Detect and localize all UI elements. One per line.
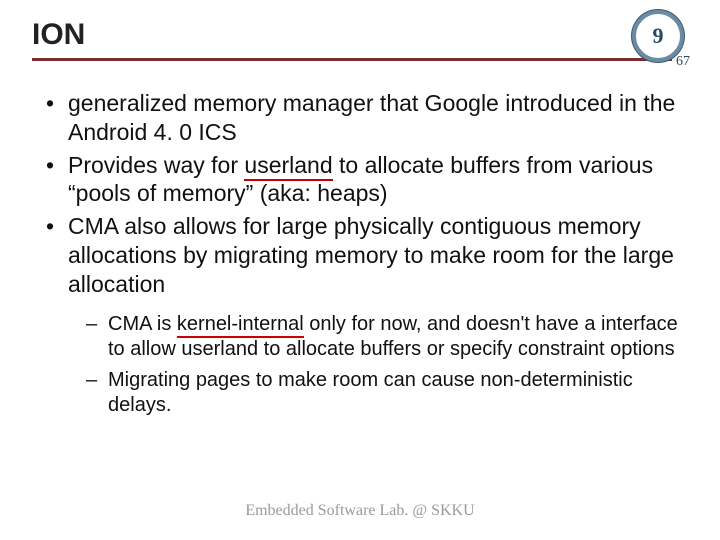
underlined-term: kernel-internal	[177, 313, 304, 338]
sub-bullet-item: – CMA is kernel-internal only for now, a…	[86, 312, 680, 362]
slide-title: ION	[32, 18, 688, 52]
bullet-item: • Provides way for userland to allocate …	[46, 151, 680, 209]
bullet-dot-icon: •	[46, 151, 68, 209]
header-divider	[32, 58, 672, 61]
sub-bullet-item: – Migrating pages to make room can cause…	[86, 368, 680, 418]
bullet-item: • generalized memory manager that Google…	[46, 89, 680, 147]
sub-bullet-list: – CMA is kernel-internal only for now, a…	[46, 302, 680, 418]
bullet-text: CMA also allows for large physically con…	[68, 212, 680, 298]
text-segment: CMA is	[108, 313, 177, 335]
slide-header: ION 9 67	[0, 0, 720, 61]
bullet-text: Provides way for userland to allocate bu…	[68, 151, 680, 209]
bullet-text: generalized memory manager that Google i…	[68, 89, 680, 147]
dash-icon: –	[86, 368, 108, 418]
text-segment: generalized memory manager that Google i…	[68, 90, 675, 145]
text-segment: Migrating pages to make room can cause n…	[108, 369, 633, 416]
slide-footer: Embedded Software Lab. @ SKKU	[0, 502, 720, 520]
bullet-dot-icon: •	[46, 212, 68, 298]
bullet-item: • CMA also allows for large physically c…	[46, 212, 680, 298]
text-segment: CMA also allows for large physically con…	[68, 213, 674, 297]
page-total: 67	[676, 54, 690, 70]
sub-bullet-text: CMA is kernel-internal only for now, and…	[108, 312, 680, 362]
dash-icon: –	[86, 312, 108, 362]
text-segment: Provides way for	[68, 152, 244, 178]
page-badge: 9 67	[632, 10, 684, 62]
sub-bullet-text: Migrating pages to make room can cause n…	[108, 368, 680, 418]
slide: ION 9 67 • generalized memory manager th…	[0, 0, 720, 540]
underlined-term: userland	[244, 152, 332, 181]
slide-content: • generalized memory manager that Google…	[0, 61, 720, 418]
bullet-dot-icon: •	[46, 89, 68, 147]
